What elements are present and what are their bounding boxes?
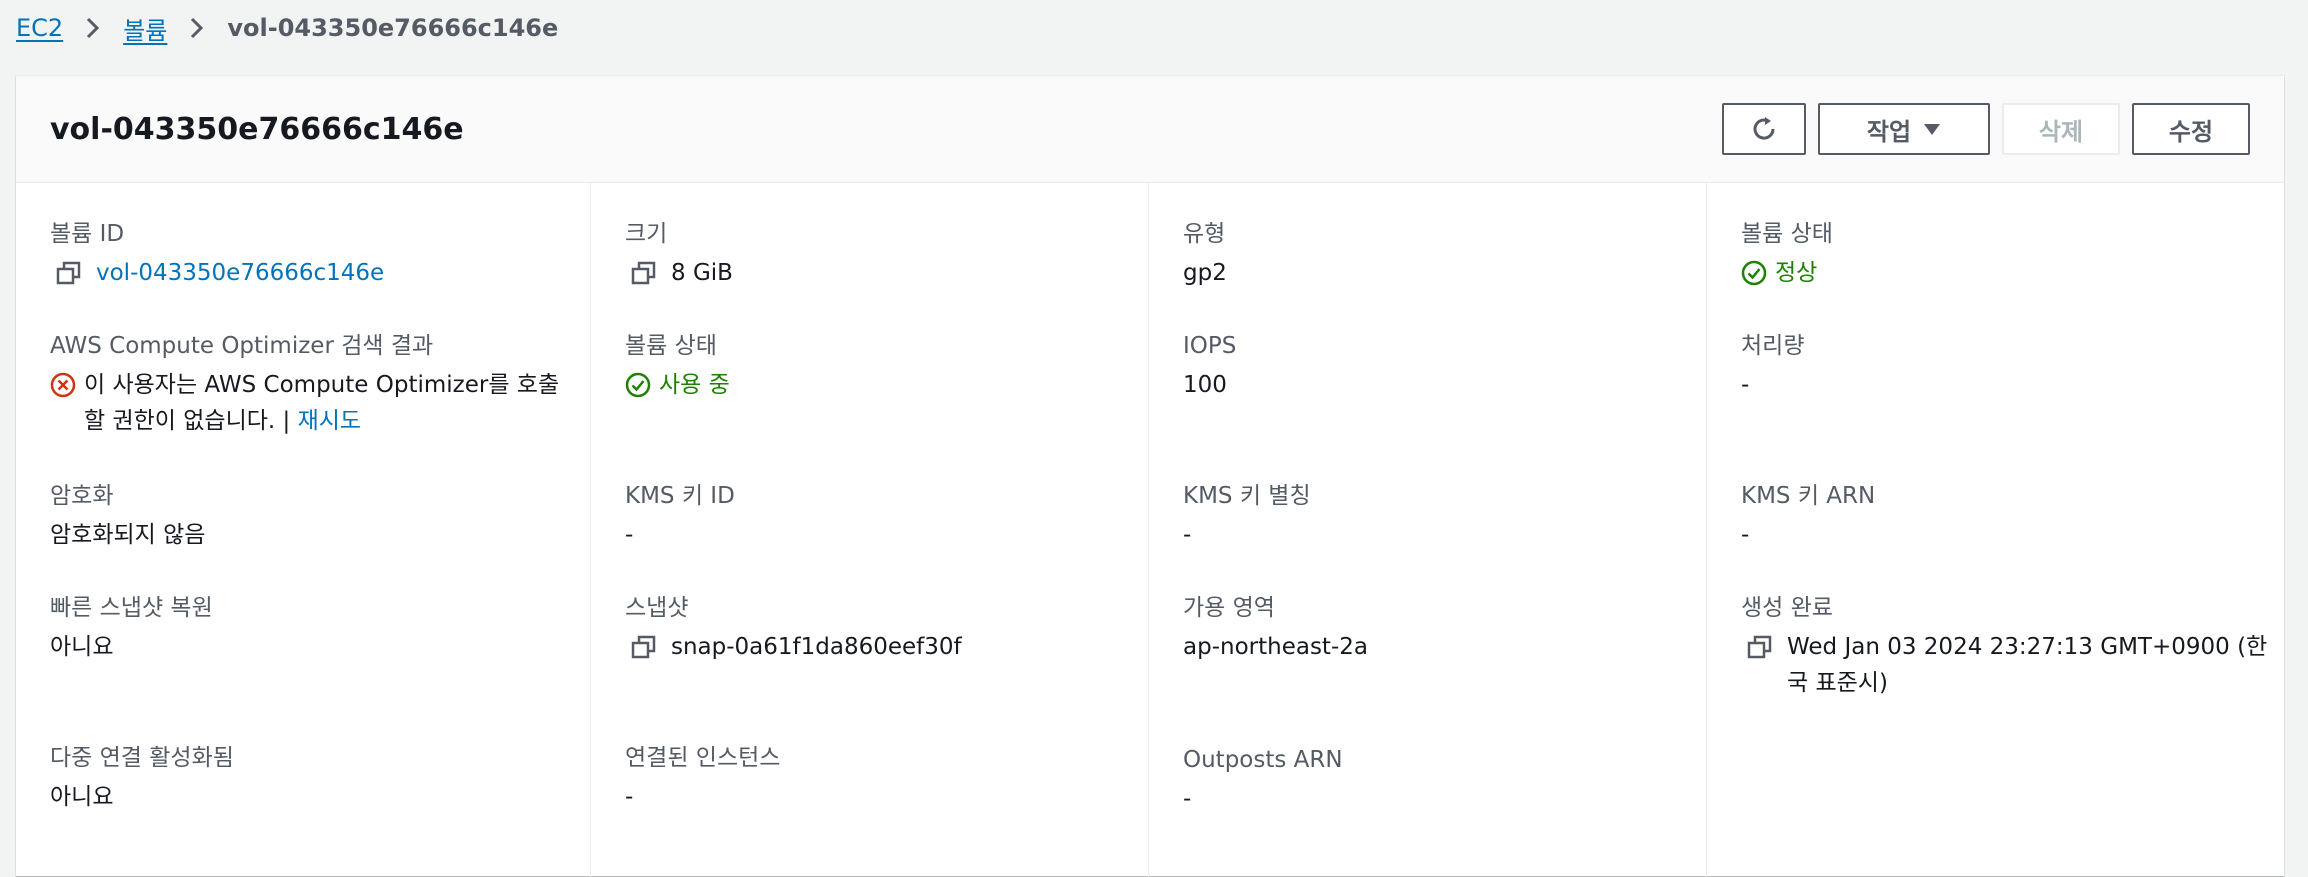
field-created: 생성 완료 Wed Jan 03 2024 23:27:13 GMT+0900 … bbox=[1741, 593, 2271, 701]
field-optimizer: AWS Compute Optimizer 검색 결과 이 사용자는 AWS C… bbox=[50, 331, 580, 439]
header-actions: 작업 삭제 수정 bbox=[1722, 103, 2250, 155]
field-label: Outposts ARN bbox=[1183, 747, 1343, 773]
field-label: 볼륨 상태 bbox=[1741, 221, 1833, 247]
field-label: 스냅샷 bbox=[625, 595, 689, 621]
volume-state-value: 사용 중 bbox=[659, 372, 730, 398]
field-value: 암호화되지 않음 bbox=[50, 522, 206, 548]
copy-icon[interactable] bbox=[1747, 635, 1773, 659]
field-snapshot: 스냅샷 snap-0a61f1da860eef30f bbox=[625, 593, 1155, 665]
details-column-3: 유형 gp2 IOPS 100 KMS 키 별칭 - 가용 영역 ap-nort… bbox=[1148, 183, 1706, 877]
details-column-2: 크기 8 GiB 볼륨 상태 사용 중 KMS 키 ID - 스냅샷 snap-… bbox=[590, 183, 1148, 877]
field-label: 암호화 bbox=[50, 483, 114, 509]
field-label: 다중 연결 활성화됨 bbox=[50, 745, 234, 771]
refresh-icon bbox=[1753, 117, 1775, 140]
field-type: 유형 gp2 bbox=[1183, 219, 1713, 291]
field-fast-snapshot-restore: 빠른 스냅샷 복원 아니요 bbox=[50, 593, 580, 665]
field-label: 가용 영역 bbox=[1183, 595, 1275, 621]
field-multi-attach: 다중 연결 활성화됨 아니요 bbox=[50, 743, 580, 815]
volume-status-value: 정상 bbox=[1775, 260, 1818, 286]
retry-link[interactable]: 재시도 bbox=[298, 408, 361, 434]
chevron-right-icon bbox=[189, 16, 205, 40]
refresh-button[interactable] bbox=[1722, 103, 1806, 155]
page-title: vol-043350e76666c146e bbox=[50, 111, 464, 147]
field-size: 크기 8 GiB bbox=[625, 219, 1155, 291]
field-value: gp2 bbox=[1183, 260, 1227, 286]
field-availability-zone: 가용 영역 ap-northeast-2a bbox=[1183, 593, 1713, 665]
field-kms-key-arn: KMS 키 ARN - bbox=[1741, 481, 2271, 553]
panel-header: vol-043350e76666c146e 작업 삭제 수정 bbox=[16, 76, 2284, 183]
chevron-right-icon bbox=[85, 16, 101, 40]
field-attached-instances: 연결된 인스턴스 - bbox=[625, 743, 1155, 815]
field-throughput: 처리량 - bbox=[1741, 331, 2271, 403]
field-label: 처리량 bbox=[1741, 333, 1805, 359]
field-volume-status: 볼륨 상태 정상 bbox=[1741, 219, 2271, 291]
field-value: - bbox=[625, 784, 634, 810]
field-value: - bbox=[1183, 786, 1192, 812]
edit-button[interactable]: 수정 bbox=[2132, 103, 2250, 155]
field-outposts-arn: Outposts ARN - bbox=[1183, 745, 1713, 817]
breadcrumb-ec2-link[interactable]: EC2 bbox=[16, 14, 63, 42]
copy-icon[interactable] bbox=[56, 261, 82, 285]
copy-icon[interactable] bbox=[631, 261, 657, 285]
field-value: vol-043350e76666c146e bbox=[50, 255, 580, 291]
field-label: 빠른 스냅샷 복원 bbox=[50, 595, 213, 621]
field-value: 정상 bbox=[1741, 255, 2271, 291]
field-label: 크기 bbox=[625, 221, 668, 247]
copy-icon[interactable] bbox=[631, 635, 657, 659]
details-column-4: 볼륨 상태 정상 처리량 - KMS 키 ARN - 생성 완료 Wed Jan… bbox=[1706, 183, 2267, 877]
volume-id-link[interactable]: vol-043350e76666c146e bbox=[96, 255, 384, 291]
field-value: - bbox=[1183, 522, 1192, 548]
field-kms-key-id: KMS 키 ID - bbox=[625, 481, 1155, 553]
volume-details-panel: vol-043350e76666c146e 작업 삭제 수정 볼륨 ID vol… bbox=[16, 76, 2284, 877]
breadcrumb: EC2 볼륨 vol-043350e76666c146e bbox=[16, 0, 558, 56]
field-value: 이 사용자는 AWS Compute Optimizer를 호출할 권한이 없습… bbox=[50, 367, 580, 439]
field-label: 볼륨 상태 bbox=[625, 333, 717, 359]
field-value: 아니요 bbox=[50, 784, 114, 810]
optimizer-message-wrap: 이 사용자는 AWS Compute Optimizer를 호출할 권한이 없습… bbox=[84, 367, 580, 439]
field-label: 유형 bbox=[1183, 221, 1226, 247]
field-iops: IOPS 100 bbox=[1183, 331, 1713, 403]
caret-down-icon bbox=[1924, 124, 1941, 135]
field-value: 8 GiB bbox=[625, 255, 1155, 291]
actions-dropdown-button[interactable]: 작업 bbox=[1818, 103, 1990, 155]
field-value: 사용 중 bbox=[625, 367, 1155, 403]
field-label: 생성 완료 bbox=[1741, 595, 1833, 621]
field-volume-state: 볼륨 상태 사용 중 bbox=[625, 331, 1155, 403]
field-label: AWS Compute Optimizer 검색 결과 bbox=[50, 333, 434, 359]
delete-button[interactable]: 삭제 bbox=[2002, 103, 2120, 155]
breadcrumb-current: vol-043350e76666c146e bbox=[227, 14, 559, 42]
field-value: Wed Jan 03 2024 23:27:13 GMT+0900 (한국 표준… bbox=[1741, 629, 2271, 701]
field-value: - bbox=[625, 522, 634, 548]
details-grid: 볼륨 ID vol-043350e76666c146e AWS Compute … bbox=[16, 183, 2284, 877]
status-ok-icon bbox=[625, 372, 651, 398]
breadcrumb-volumes-link[interactable]: 볼륨 bbox=[123, 11, 167, 46]
field-value: 아니요 bbox=[50, 634, 114, 660]
field-kms-key-alias: KMS 키 별칭 - bbox=[1183, 481, 1713, 553]
field-value: 100 bbox=[1183, 372, 1227, 398]
field-value: snap-0a61f1da860eef30f bbox=[625, 629, 1155, 665]
created-timestamp: Wed Jan 03 2024 23:27:13 GMT+0900 (한국 표준… bbox=[1787, 634, 2268, 696]
field-value: ap-northeast-2a bbox=[1183, 634, 1368, 660]
field-value: - bbox=[1741, 372, 1750, 398]
field-label: KMS 키 ARN bbox=[1741, 483, 1876, 509]
field-value: - bbox=[1741, 522, 1750, 548]
snapshot-id: snap-0a61f1da860eef30f bbox=[671, 634, 962, 660]
field-encryption: 암호화 암호화되지 않음 bbox=[50, 481, 580, 553]
field-label: KMS 키 별칭 bbox=[1183, 483, 1311, 509]
field-label: KMS 키 ID bbox=[625, 483, 735, 509]
actions-label: 작업 bbox=[1866, 117, 1912, 146]
status-ok-icon bbox=[1741, 260, 1767, 286]
field-label: 볼륨 ID bbox=[50, 221, 125, 247]
field-volume-id: 볼륨 ID vol-043350e76666c146e bbox=[50, 219, 580, 291]
details-column-1: 볼륨 ID vol-043350e76666c146e AWS Compute … bbox=[16, 183, 590, 877]
status-error-icon bbox=[50, 372, 76, 398]
size-value: 8 GiB bbox=[671, 260, 733, 286]
field-label: 연결된 인스턴스 bbox=[625, 745, 781, 771]
field-label: IOPS bbox=[1183, 333, 1237, 359]
